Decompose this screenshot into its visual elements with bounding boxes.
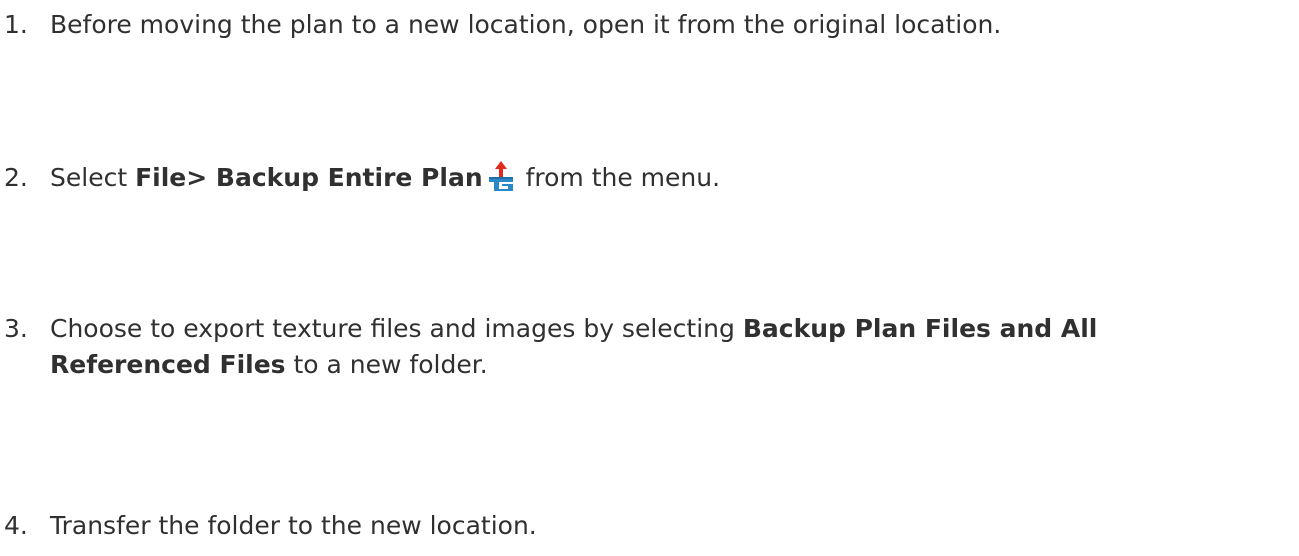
step-3-line-2: Referenced Files to a new folder. [4, 347, 1294, 383]
instruction-steps: 1. Before moving the plan to a new locati… [0, 0, 1299, 556]
step-3: 3. Choose to export texture files and ima… [4, 311, 1294, 383]
step-4: 4. Transfer the folder to the new locatio… [4, 508, 1294, 544]
step-text-suffix: to a new folder. [285, 350, 488, 379]
backup-entire-plan-icon [488, 161, 513, 191]
step-text-suffix: from the menu. [517, 163, 721, 192]
step-2: 2. Select File> Backup Entire Plan from t… [4, 160, 1294, 196]
menu-path: File> Backup Entire Plan [135, 163, 483, 192]
step-number: 4. [4, 511, 28, 540]
option-label-part-2: Referenced Files [50, 350, 286, 379]
step-text: Transfer the folder to the new location. [50, 511, 537, 540]
step-number: 3. [4, 314, 28, 343]
step-text-prefix: Choose to export texture files and image… [50, 314, 743, 343]
step-number: 1. [4, 10, 28, 39]
step-text: Before moving the plan to a new location… [50, 10, 1002, 39]
step-text-prefix: Select [50, 163, 136, 192]
option-label-part-1: Backup Plan Files and All [742, 314, 1098, 343]
step-1: 1. Before moving the plan to a new locati… [4, 7, 1294, 43]
step-number: 2. [4, 163, 28, 192]
